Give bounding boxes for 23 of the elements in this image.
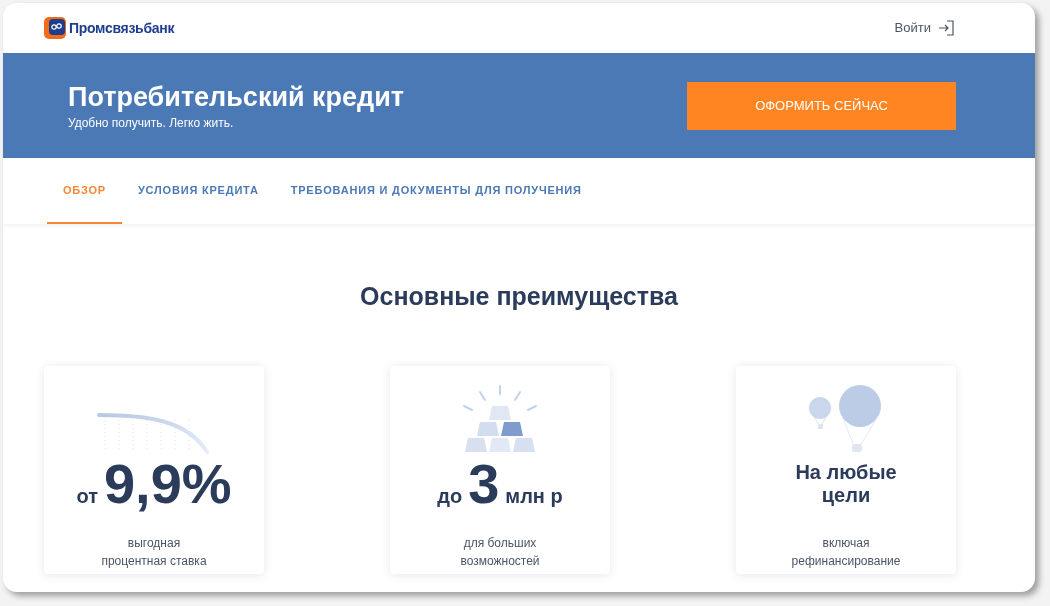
banner-title: Потребительский кредит bbox=[68, 80, 405, 114]
tab[interactable]: УСЛОВИЯ КРЕДИТА bbox=[121, 158, 275, 224]
value-number: 3 bbox=[468, 455, 500, 512]
tab[interactable]: ОБЗОР bbox=[47, 158, 122, 224]
value-number: 9,9% bbox=[103, 455, 232, 512]
balloons-icon bbox=[808, 383, 884, 454]
card-description: для больших возможностей bbox=[460, 534, 540, 570]
tab[interactable]: ТРЕБОВАНИЯ И ДОКУМЕНТЫ ДЛЯ ПОЛУЧЕНИЯ bbox=[274, 158, 598, 224]
ingot-stack-icon bbox=[462, 383, 538, 454]
value-prefix: от bbox=[76, 483, 98, 509]
curve-chart-icon bbox=[97, 411, 211, 454]
bank-logo-icon bbox=[44, 17, 66, 39]
apply-now-button[interactable]: ОФОРМИТЬ СЕЙЧАС bbox=[687, 81, 956, 130]
login-icon bbox=[937, 19, 955, 37]
bank-logo-text: Промсвязьбанк bbox=[69, 18, 175, 38]
card-title: На любые цели bbox=[795, 460, 897, 507]
section-heading: Основные преимущества bbox=[359, 281, 679, 312]
login-link[interactable]: Войти bbox=[894, 18, 955, 38]
card-description: выгодная процентная ставка bbox=[101, 534, 207, 570]
value-prefix: до bbox=[437, 483, 463, 509]
card-description: включая рефинансирование bbox=[791, 534, 901, 570]
value-suffix: млн р bbox=[505, 483, 563, 509]
banner-subtitle: Удобно получить. Легко жить. bbox=[68, 114, 235, 132]
